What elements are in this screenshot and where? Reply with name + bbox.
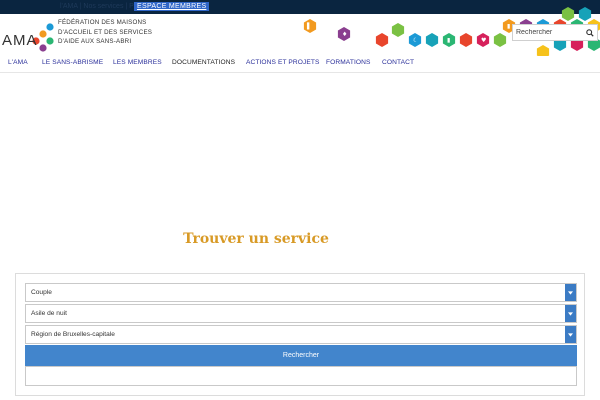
- svg-text:▮: ▮: [507, 23, 510, 30]
- chevron-down-icon[interactable]: [565, 284, 576, 301]
- decorative-hexagon-icons: ▌ ♦ ☾ ▮ ♥ ▮: [303, 7, 600, 56]
- search-input[interactable]: [513, 25, 583, 40]
- svg-text:▮: ▮: [447, 37, 450, 44]
- chevron-down-icon[interactable]: [565, 305, 576, 322]
- nav-item-documentations[interactable]: DOCUMENTATIONS: [172, 59, 235, 66]
- service-type-select-value: Asile de nuit: [31, 310, 67, 317]
- svg-text:☾: ☾: [413, 37, 418, 44]
- search-submit-button[interactable]: Rechercher: [25, 345, 577, 366]
- nav-item-formations[interactable]: FORMATIONS: [326, 59, 370, 66]
- region-select-value: Région de Bruxelles-capitale: [31, 331, 115, 338]
- service-type-select[interactable]: Asile de nuit: [25, 304, 577, 323]
- finder-title-wrap: Trouver un service: [0, 231, 600, 247]
- chevron-down-icon[interactable]: [565, 326, 576, 343]
- category-select[interactable]: Couple: [25, 283, 577, 302]
- svg-text:♥: ♥: [481, 37, 486, 44]
- main-navigation: L'AMA LE SANS-ABRISME LES MEMBRES DOCUME…: [0, 56, 600, 71]
- svg-text:♦: ♦: [342, 31, 347, 38]
- nav-item-ama[interactable]: L'AMA: [8, 59, 28, 66]
- category-select-value: Couple: [31, 289, 52, 296]
- search-icon[interactable]: [582, 25, 597, 40]
- site-search-box: [512, 24, 598, 41]
- nav-item-sans-abrisme[interactable]: LE SANS-ABRISME: [42, 59, 103, 66]
- page-title: Trouver un service: [183, 231, 329, 247]
- nav-item-actions-projets[interactable]: ACTIONS ET PROJETS: [246, 59, 320, 66]
- nav-item-contact[interactable]: CONTACT: [382, 59, 414, 66]
- nav-divider: [0, 72, 600, 73]
- nav-item-membres[interactable]: LES MEMBRES: [113, 59, 162, 66]
- results-area: [25, 366, 577, 386]
- svg-text:▌: ▌: [306, 22, 312, 30]
- region-select[interactable]: Région de Bruxelles-capitale: [25, 325, 577, 344]
- service-finder-form: Couple Asile de nuit Région de Bruxelles…: [15, 273, 585, 396]
